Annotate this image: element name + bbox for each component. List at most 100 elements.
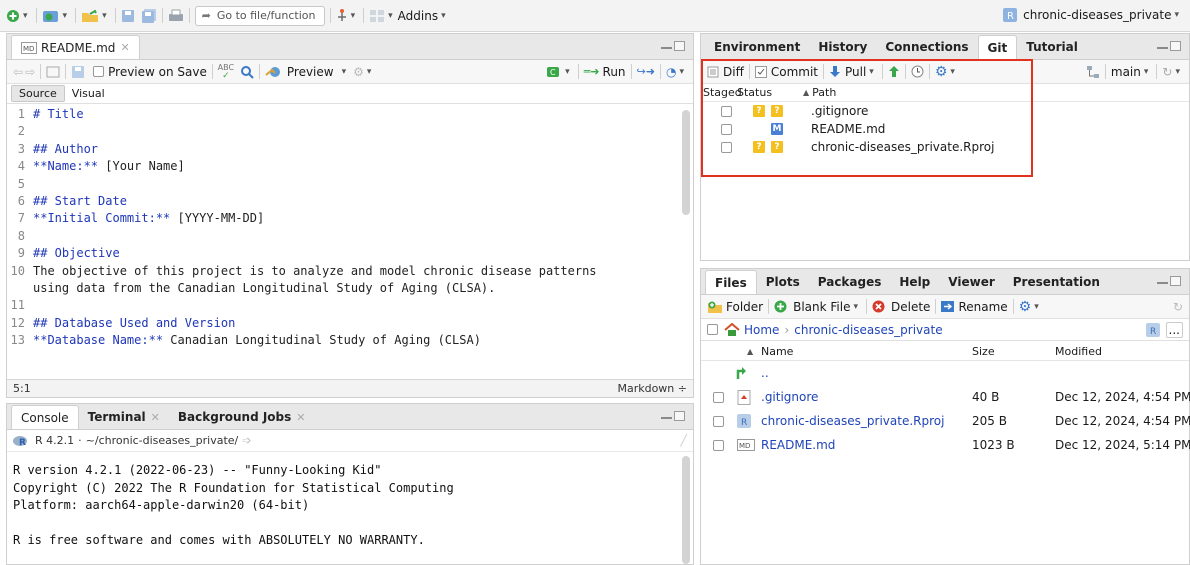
tab-help[interactable]: Help [890,270,939,294]
delete-button[interactable]: Delete [891,300,930,314]
refresh-icon[interactable]: ↻ [1173,300,1183,314]
maximize-icon[interactable] [1170,276,1181,286]
preview-on-save-checkbox[interactable] [93,66,105,77]
minimize-icon[interactable] [661,417,672,421]
file-name-link[interactable]: chronic-diseases_private.Rproj [761,409,944,433]
save-icon[interactable] [121,9,135,23]
new-project-icon[interactable] [42,9,60,23]
tab-packages[interactable]: Packages [809,270,891,294]
document-outline-icon[interactable]: ◔ [666,65,676,79]
close-icon[interactable]: ✕ [151,411,160,424]
minimize-icon[interactable] [661,47,672,51]
console-output[interactable]: R version 4.2.1 (2022-06-23) -- "Funny-L… [7,452,693,560]
tab-presentation[interactable]: Presentation [1004,270,1109,294]
editor-scrollbar[interactable] [682,110,690,215]
tab-tutorial[interactable]: Tutorial [1017,35,1087,59]
file-row[interactable]: MD README.md 1023 B Dec 12, 2024, 5:14 PM [701,433,1190,457]
checkbox[interactable] [713,415,724,427]
file-row[interactable]: .gitignore 40 B Dec 12, 2024, 4:54 PM [701,385,1190,409]
chevron-down-icon[interactable]: ▾ [1144,67,1149,77]
code-editor[interactable]: 1 # Title 2 3 ## Author 4 **Name:** [Your Name… [7,106,677,350]
file-checkbox[interactable] [713,409,724,433]
parent-directory-row[interactable]: .. [701,361,1189,385]
file-row[interactable]: Rchronic-diseases_private.Rproj 205 B Dec … [701,409,1190,433]
visual-mode-tab[interactable]: Visual [65,86,112,101]
pane-minmax[interactable] [661,41,685,51]
source-mode-tab[interactable]: Source [11,85,65,102]
preview-button[interactable]: Preview [287,65,334,79]
maximize-icon[interactable] [674,411,685,421]
home-icon[interactable] [724,322,740,337]
parent-directory-link[interactable]: .. [761,361,769,385]
breadcrumb-current[interactable]: chronic-diseases_private [794,323,942,337]
preview-icon[interactable] [265,65,283,79]
new-branch-icon[interactable] [1086,65,1100,79]
chevron-down-icon[interactable]: ▾ [342,67,347,77]
forward-icon[interactable]: ⇨ [25,65,35,79]
r-project-icon[interactable]: R [1145,322,1160,337]
select-all-checkbox[interactable] [707,324,718,335]
rerun-icon[interactable]: ↪➜ [637,65,655,78]
working-directory[interactable]: ~/chronic-diseases_private/ [86,434,239,447]
chevron-down-icon[interactable]: ▾ [367,67,372,77]
tab-readme[interactable]: MD README.md ✕ [11,35,140,59]
gear-icon[interactable]: ⚙ [353,65,364,79]
go-to-directory-icon[interactable]: ➩ [242,434,251,447]
minimize-icon[interactable] [1157,47,1168,51]
back-icon[interactable]: ⇦ [13,65,23,79]
col-size[interactable]: Size [972,341,995,361]
maximize-icon[interactable] [674,41,685,51]
tab-connections[interactable]: Connections [876,35,977,59]
tab-files[interactable]: Files [705,270,757,294]
search-icon[interactable] [240,65,254,79]
checkbox[interactable] [713,391,724,403]
tab-git[interactable]: Git [977,35,1018,59]
project-menu[interactable]: R chronic-diseases_private ▾ [1003,8,1182,22]
show-in-window-icon[interactable] [46,65,60,79]
gear-icon[interactable]: ⚙ [1019,299,1032,315]
chevron-down-icon[interactable]: ▾ [853,302,858,312]
tab-viewer[interactable]: Viewer [939,270,1003,294]
file-name-link[interactable]: README.md [761,433,835,457]
chevron-down-icon[interactable]: ▾ [388,11,393,21]
chevron-down-icon[interactable]: ▾ [23,11,28,21]
new-folder-button[interactable]: Folder [726,300,763,314]
chevron-down-icon[interactable]: ▾ [63,11,68,21]
chevron-down-icon[interactable]: ▾ [679,67,684,77]
tab-background-jobs[interactable]: Background Jobs ✕ [169,405,315,429]
console-scrollbar[interactable] [682,456,690,564]
spellcheck-icon[interactable]: ABC ✓ [218,63,234,80]
checkbox[interactable] [713,439,724,451]
file-checkbox[interactable] [713,385,724,409]
col-modified[interactable]: Modified [1055,341,1102,361]
maximize-icon[interactable] [1170,41,1181,51]
file-type-selector[interactable]: Markdown ÷ [617,382,687,395]
go-to-file-input[interactable]: ➦ Go to file/function [194,5,325,26]
save-all-icon[interactable] [141,8,157,23]
tab-environment[interactable]: Environment [705,35,809,59]
col-name[interactable]: Name [761,341,793,361]
chevron-down-icon[interactable]: ▾ [102,11,107,21]
chevron-down-icon[interactable]: ▾ [351,11,356,21]
close-icon[interactable]: ✕ [296,411,305,424]
print-icon[interactable] [168,9,184,23]
run-button[interactable]: Run [603,65,626,79]
clear-console-icon[interactable]: ╱ [680,434,687,447]
rename-button[interactable]: Rename [958,300,1007,314]
run-icon[interactable]: ═➜ [584,65,600,78]
save-icon[interactable] [71,65,85,79]
close-icon[interactable]: ✕ [120,41,129,54]
chevron-down-icon[interactable]: ▾ [1034,302,1039,312]
addins-menu[interactable]: Addins [398,9,438,23]
refresh-icon[interactable]: ↻ [1162,65,1172,79]
breadcrumb-home[interactable]: Home [744,323,779,337]
pane-minmax[interactable] [661,411,685,421]
tab-terminal[interactable]: Terminal ✕ [79,405,169,429]
chevron-down-icon[interactable]: ▾ [565,67,570,77]
tab-history[interactable]: History [809,35,876,59]
pane-minmax[interactable] [1157,276,1181,286]
tab-plots[interactable]: Plots [757,270,809,294]
pane-minmax[interactable] [1157,41,1181,51]
branch-selector[interactable]: main [1111,65,1141,79]
chevron-down-icon[interactable]: ▾ [1175,67,1180,77]
